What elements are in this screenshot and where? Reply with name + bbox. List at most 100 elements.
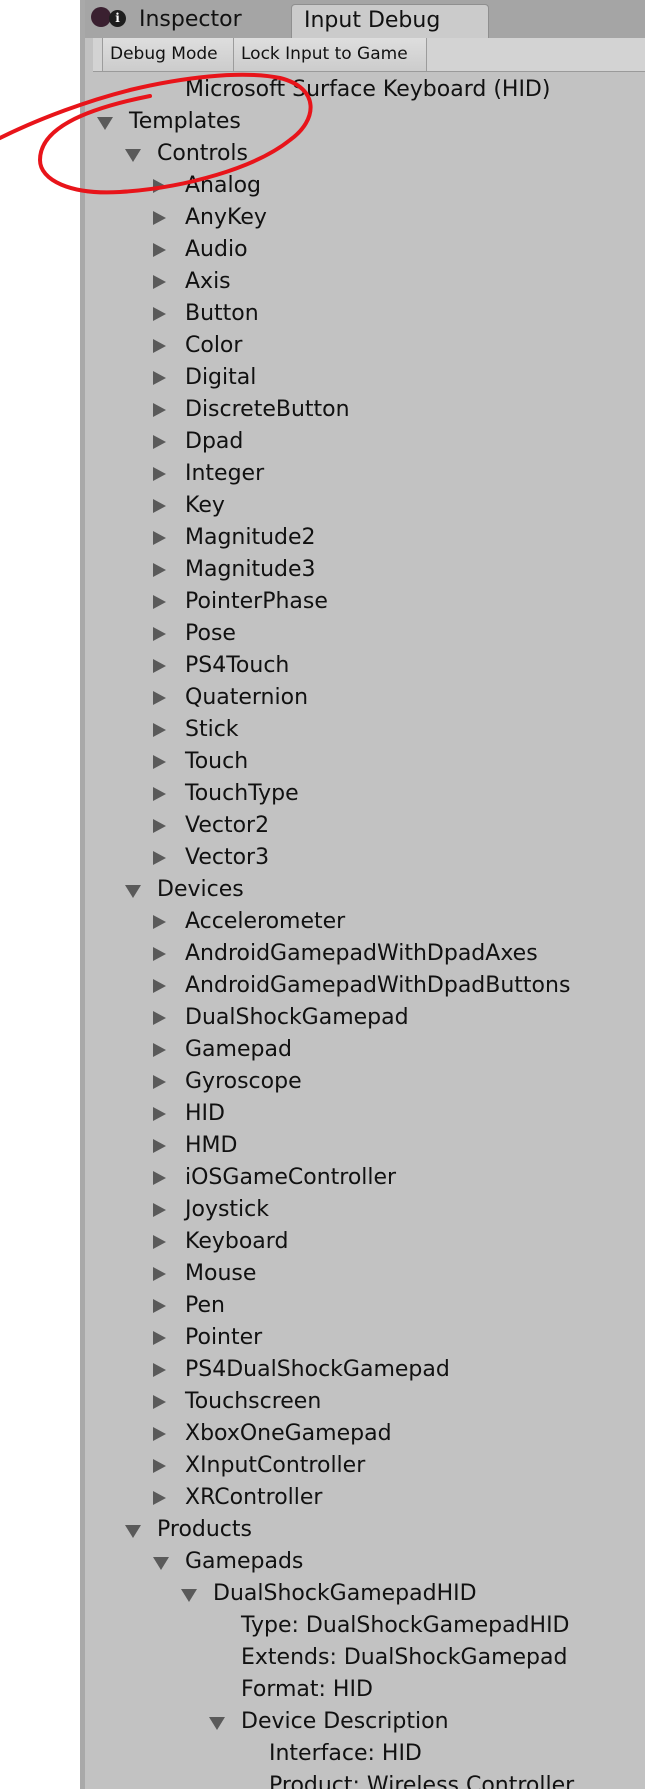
triangle-down-icon[interactable] (153, 1546, 169, 1578)
tree-item-quaternion[interactable]: Quaternion (85, 682, 645, 714)
tree-item-anykey[interactable]: AnyKey (85, 202, 645, 234)
tree-item-androidgamepadwithdpadaxes[interactable]: AndroidGamepadWithDpadAxes (85, 938, 645, 970)
tree-item-device-description[interactable]: Device Description (85, 1706, 645, 1738)
triangle-right-icon[interactable] (153, 938, 167, 970)
tree-item-joystick[interactable]: Joystick (85, 1194, 645, 1226)
tree-item-pointerphase[interactable]: PointerPhase (85, 586, 645, 618)
lock-input-to-game-button[interactable]: Lock Input to Game (233, 38, 427, 71)
triangle-right-icon[interactable] (153, 1098, 167, 1130)
triangle-right-icon[interactable] (153, 1354, 167, 1386)
tree-item-key[interactable]: Key (85, 490, 645, 522)
triangle-right-icon[interactable] (153, 362, 167, 394)
triangle-down-icon[interactable] (125, 138, 141, 170)
triangle-right-icon[interactable] (153, 1194, 167, 1226)
tree-item-xboxonegamepad[interactable]: XboxOneGamepad (85, 1418, 645, 1450)
triangle-right-icon[interactable] (153, 1386, 167, 1418)
tab-inspector[interactable]: Inspector (87, 4, 267, 38)
tree-item-magnitude2[interactable]: Magnitude2 (85, 522, 645, 554)
tree-item-touch[interactable]: Touch (85, 746, 645, 778)
triangle-down-icon[interactable] (125, 874, 141, 906)
tree-item-magnitude3[interactable]: Magnitude3 (85, 554, 645, 586)
tree-item-pose[interactable]: Pose (85, 618, 645, 650)
tree-item-pen[interactable]: Pen (85, 1290, 645, 1322)
triangle-right-icon[interactable] (153, 1290, 167, 1322)
tree-item-digital[interactable]: Digital (85, 362, 645, 394)
triangle-right-icon[interactable] (153, 234, 167, 266)
triangle-down-icon[interactable] (97, 106, 113, 138)
triangle-right-icon[interactable] (153, 522, 167, 554)
triangle-right-icon[interactable] (153, 266, 167, 298)
tab-input-debug[interactable]: Input Debug (291, 4, 489, 38)
triangle-right-icon[interactable] (153, 1418, 167, 1450)
triangle-right-icon[interactable] (153, 714, 167, 746)
tree-item-audio[interactable]: Audio (85, 234, 645, 266)
triangle-right-icon[interactable] (153, 906, 167, 938)
tree-item-gamepads[interactable]: Gamepads (85, 1546, 645, 1578)
tree-item-analog[interactable]: Analog (85, 170, 645, 202)
tree-item-hmd[interactable]: HMD (85, 1130, 645, 1162)
triangle-right-icon[interactable] (153, 554, 167, 586)
tree-item-axis[interactable]: Axis (85, 266, 645, 298)
triangle-down-icon[interactable] (125, 1514, 141, 1546)
triangle-right-icon[interactable] (153, 1258, 167, 1290)
triangle-right-icon[interactable] (153, 458, 167, 490)
triangle-down-icon[interactable] (181, 1578, 197, 1610)
tree-item-ps4touch[interactable]: PS4Touch (85, 650, 645, 682)
triangle-right-icon[interactable] (153, 330, 167, 362)
tree-item-touchscreen[interactable]: Touchscreen (85, 1386, 645, 1418)
triangle-right-icon[interactable] (153, 1002, 167, 1034)
tree-item-iosgamecontroller[interactable]: iOSGameController (85, 1162, 645, 1194)
triangle-right-icon[interactable] (153, 1450, 167, 1482)
tree-item-color[interactable]: Color (85, 330, 645, 362)
triangle-right-icon[interactable] (153, 1066, 167, 1098)
triangle-right-icon[interactable] (153, 1162, 167, 1194)
triangle-right-icon[interactable] (153, 778, 167, 810)
tree-item-gyroscope[interactable]: Gyroscope (85, 1066, 645, 1098)
tree-item-templates[interactable]: Templates (85, 106, 645, 138)
triangle-down-icon[interactable] (209, 1706, 225, 1738)
triangle-right-icon[interactable] (153, 426, 167, 458)
tree-item-vector3[interactable]: Vector3 (85, 842, 645, 874)
triangle-right-icon[interactable] (153, 810, 167, 842)
tree-item-hid[interactable]: HID (85, 1098, 645, 1130)
tree-item-integer[interactable]: Integer (85, 458, 645, 490)
triangle-right-icon[interactable] (153, 1034, 167, 1066)
tree-item-xrcontroller[interactable]: XRController (85, 1482, 645, 1514)
triangle-right-icon[interactable] (153, 202, 167, 234)
triangle-right-icon[interactable] (153, 746, 167, 778)
triangle-right-icon[interactable] (153, 1482, 167, 1514)
tree-item-products[interactable]: Products (85, 1514, 645, 1546)
tree-item-button[interactable]: Button (85, 298, 645, 330)
tree-item-pointer[interactable]: Pointer (85, 1322, 645, 1354)
tree-item-controls[interactable]: Controls (85, 138, 645, 170)
debug-mode-button[interactable]: Debug Mode (102, 38, 234, 71)
tree-item-stick[interactable]: Stick (85, 714, 645, 746)
tree-item-keyboard[interactable]: Keyboard (85, 1226, 645, 1258)
triangle-right-icon[interactable] (153, 1226, 167, 1258)
tree-item-touchtype[interactable]: TouchType (85, 778, 645, 810)
triangle-right-icon[interactable] (153, 682, 167, 714)
triangle-right-icon[interactable] (153, 394, 167, 426)
triangle-right-icon[interactable] (153, 970, 167, 1002)
tree-item-devices[interactable]: Devices (85, 874, 645, 906)
triangle-right-icon[interactable] (153, 170, 167, 202)
tree-item-discretebutton[interactable]: DiscreteButton (85, 394, 645, 426)
tree-item-androidgamepadwithdpadbuttons[interactable]: AndroidGamepadWithDpadButtons (85, 970, 645, 1002)
triangle-right-icon[interactable] (153, 650, 167, 682)
triangle-right-icon[interactable] (153, 842, 167, 874)
tree-item-accelerometer[interactable]: Accelerometer (85, 906, 645, 938)
triangle-right-icon[interactable] (153, 490, 167, 522)
tree-item-mouse[interactable]: Mouse (85, 1258, 645, 1290)
triangle-right-icon[interactable] (153, 1322, 167, 1354)
triangle-right-icon[interactable] (153, 618, 167, 650)
tree-item-dpad[interactable]: Dpad (85, 426, 645, 458)
tree-item-dualshockgamepad[interactable]: DualShockGamepad (85, 1002, 645, 1034)
triangle-right-icon[interactable] (153, 298, 167, 330)
triangle-right-icon[interactable] (153, 586, 167, 618)
tree-item-vector2[interactable]: Vector2 (85, 810, 645, 842)
tree-item-gamepad[interactable]: Gamepad (85, 1034, 645, 1066)
triangle-right-icon[interactable] (153, 1130, 167, 1162)
tree-item-xinputcontroller[interactable]: XInputController (85, 1450, 645, 1482)
tree-item-ps4dualshockgamepad[interactable]: PS4DualShockGamepad (85, 1354, 645, 1386)
tree-item-dualshockgamepadhid[interactable]: DualShockGamepadHID (85, 1578, 645, 1610)
